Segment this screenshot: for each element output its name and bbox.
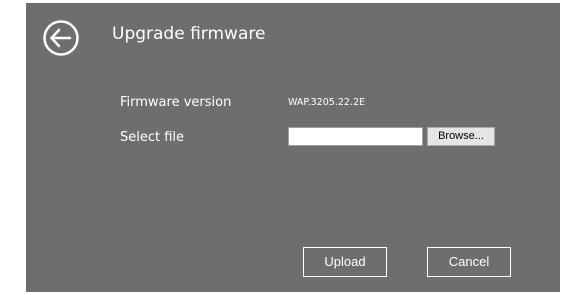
browse-button[interactable]: Browse... — [427, 127, 495, 146]
upload-button[interactable]: Upload — [303, 247, 387, 277]
file-path-input[interactable] — [288, 127, 423, 146]
upgrade-firmware-panel: Upgrade firmware Firmware version WAP.32… — [26, 3, 560, 292]
select-file-label: Select file — [120, 130, 185, 145]
cancel-button[interactable]: Cancel — [427, 247, 511, 277]
page-title: Upgrade firmware — [112, 24, 266, 44]
firmware-version-value: WAP.3205.22.2E — [288, 97, 365, 108]
arrow-left-circle-icon — [43, 20, 79, 56]
back-button[interactable] — [42, 19, 80, 57]
firmware-version-label: Firmware version — [120, 95, 232, 110]
